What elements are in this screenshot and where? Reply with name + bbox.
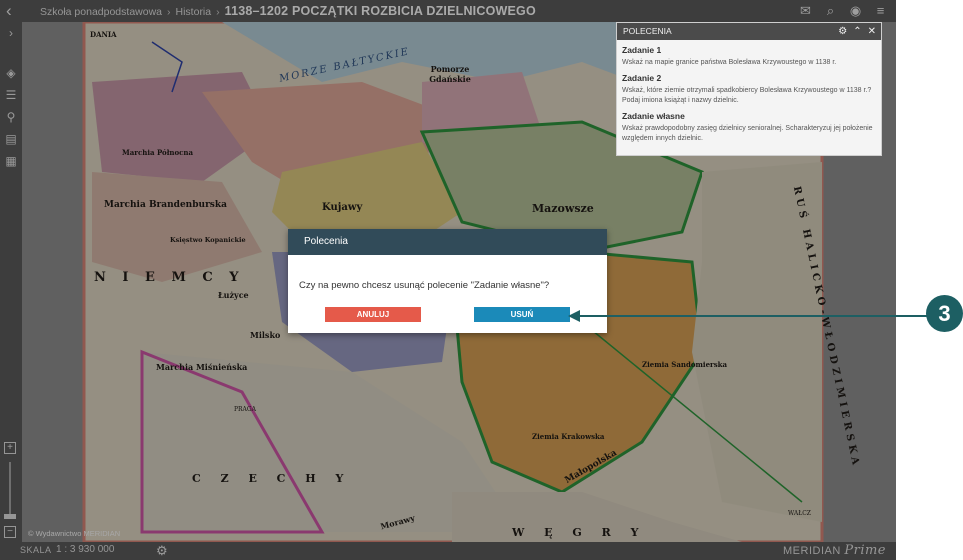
close-icon[interactable]: ✕ bbox=[868, 23, 876, 40]
tasks-panel-controls: ⚙ ⌃ ✕ bbox=[838, 23, 876, 40]
cancel-button[interactable]: ANULUJ bbox=[325, 307, 421, 322]
delete-button[interactable]: USUŃ bbox=[474, 307, 570, 322]
tasks-panel-header: POLECENIA ⚙ ⌃ ✕ bbox=[617, 23, 881, 40]
task-title: Zadanie własne bbox=[622, 111, 685, 121]
callout-badge: 3 bbox=[926, 295, 963, 332]
dialog-title: Polecenia bbox=[288, 229, 607, 255]
callout-arrowhead bbox=[568, 310, 580, 322]
app-window: DANIA MORZE BAŁTYCKIE Pomorze Gdańskie M… bbox=[0, 0, 896, 560]
collapse-icon[interactable]: ⌃ bbox=[853, 23, 861, 40]
task-text: Wskaż na mapie granice państwa Bolesława… bbox=[622, 59, 837, 66]
task-item[interactable]: Zadanie własne Wskaż prawdopodobny zasię… bbox=[617, 111, 881, 144]
task-title: Zadanie 1 bbox=[622, 45, 662, 55]
dialog-message: Czy na pewno chcesz usunąć polecenie "Za… bbox=[299, 280, 550, 291]
tasks-panel-title: POLECENIA bbox=[623, 26, 672, 36]
gear-icon[interactable]: ⚙ bbox=[838, 23, 847, 40]
task-text: Wskaż, które ziemie otrzymali spadkobier… bbox=[622, 87, 872, 104]
confirm-dialog: Polecenia Czy na pewno chcesz usunąć pol… bbox=[288, 229, 607, 333]
task-text: Wskaż prawdopodobny zasięg dzielnicy sen… bbox=[622, 125, 873, 142]
tasks-panel: POLECENIA ⚙ ⌃ ✕ Zadanie 1 Wskaż na mapie… bbox=[616, 22, 882, 156]
callout-line bbox=[570, 315, 928, 317]
task-title: Zadanie 2 bbox=[622, 73, 662, 83]
task-item[interactable]: Zadanie 1 Wskaż na mapie granice państwa… bbox=[617, 45, 881, 68]
task-item[interactable]: Zadanie 2 Wskaż, które ziemie otrzymali … bbox=[617, 73, 881, 106]
